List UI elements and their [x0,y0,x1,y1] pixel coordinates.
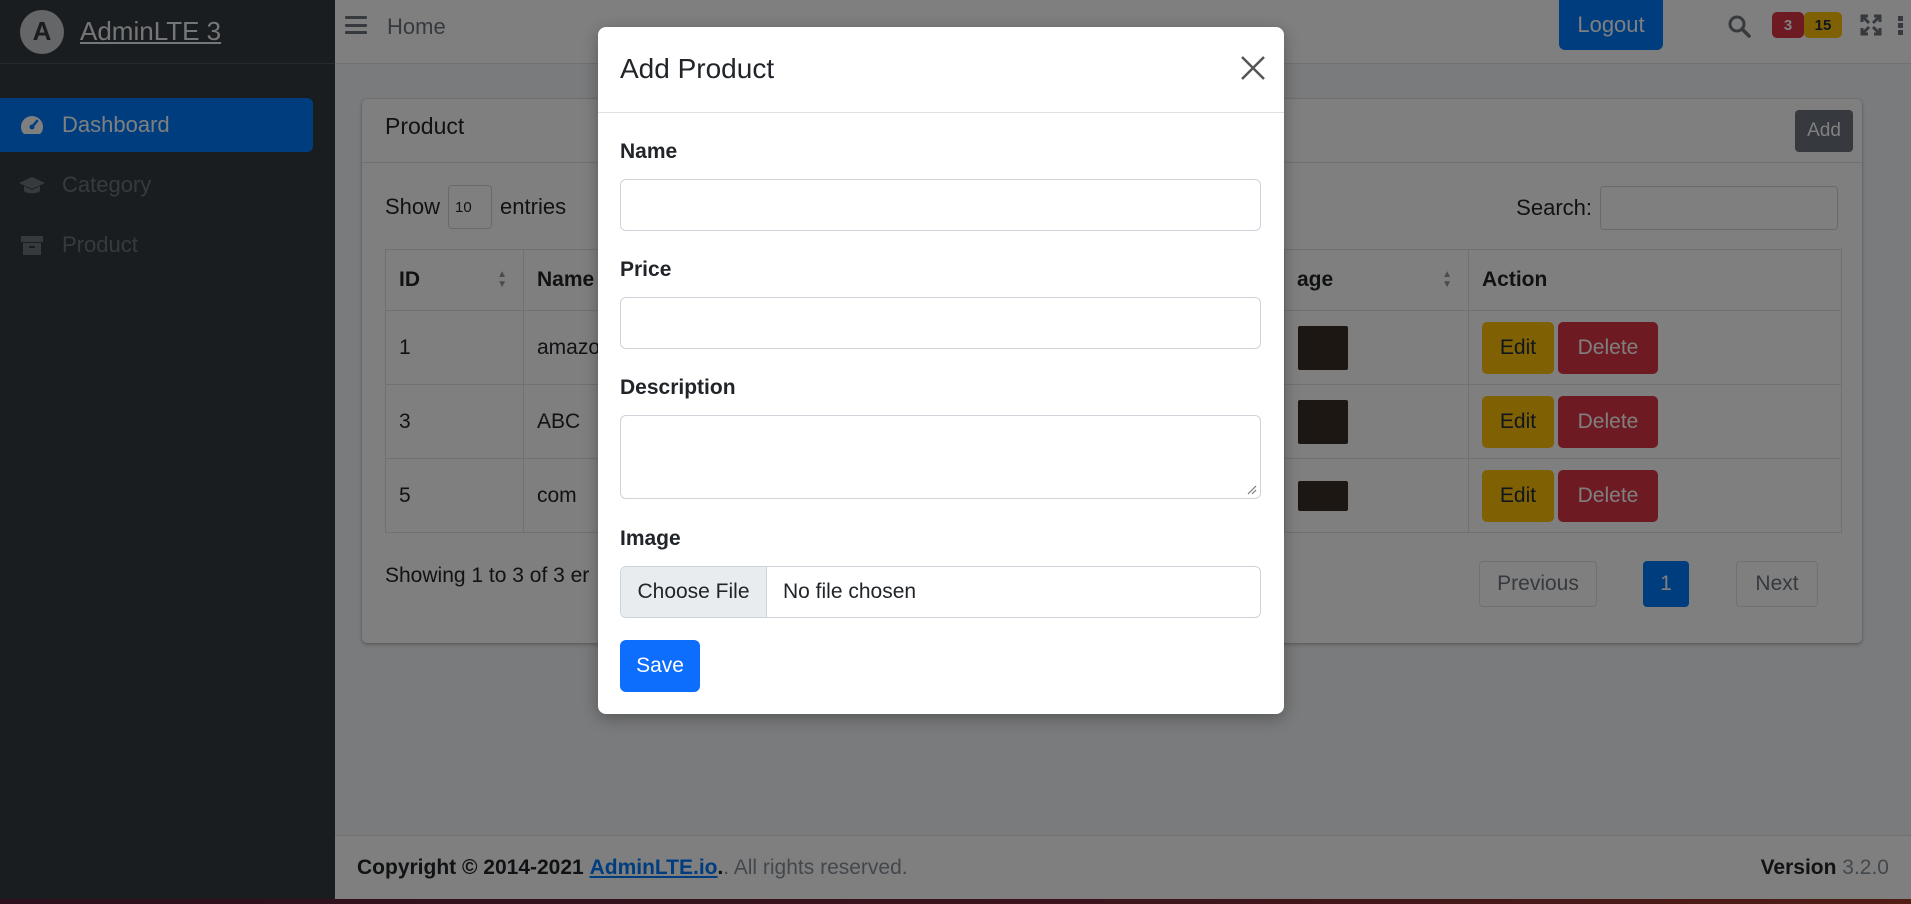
modal-title: Add Product [620,53,775,84]
save-button[interactable]: Save [620,640,700,692]
add-product-modal: Add Product Name Price Description Image… [598,27,1284,714]
image-file-input[interactable]: Choose File No file chosen [620,566,1261,618]
description-textarea[interactable] [620,415,1261,499]
price-label: Price [620,258,672,281]
resize-grip-icon[interactable] [1247,485,1257,495]
description-label: Description [620,376,736,399]
file-status: No file chosen [783,580,917,603]
price-field[interactable] [620,297,1261,349]
modal-header: Add Product [598,27,1284,113]
close-icon[interactable] [1240,55,1266,81]
name-label: Name [620,140,678,163]
image-label: Image [620,527,681,550]
choose-file-button[interactable]: Choose File [621,567,767,617]
name-field[interactable] [620,179,1261,231]
